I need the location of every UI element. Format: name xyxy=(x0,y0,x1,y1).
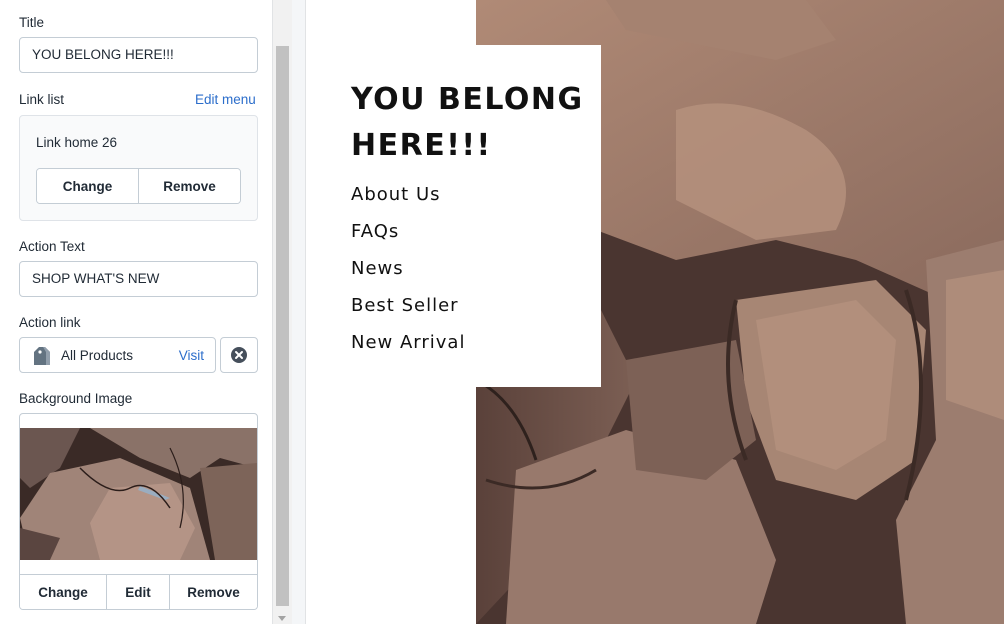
menu-item-faqs[interactable]: FAQs xyxy=(351,220,465,257)
background-image-label: Background Image xyxy=(19,391,133,406)
menu-item-best-seller[interactable]: Best Seller xyxy=(351,294,465,331)
hero-menu: About Us FAQs News Best Seller New Arriv… xyxy=(351,183,465,368)
hero-heading: YOU BELONG HERE!!! xyxy=(351,82,584,163)
tag-icon xyxy=(34,347,50,365)
menu-item-new-arrival[interactable]: New Arrival xyxy=(351,331,465,368)
background-image-card: Change Edit Remove xyxy=(19,413,258,610)
link-list-buttons: Change Remove xyxy=(36,168,241,204)
link-list-change-button[interactable]: Change xyxy=(37,169,138,203)
menu-item-about-us[interactable]: About Us xyxy=(351,183,465,220)
link-list-name: Link home 26 xyxy=(36,135,118,150)
preview-area: YOU BELONG HERE!!! About Us FAQs News Be… xyxy=(307,0,1004,624)
visit-link[interactable]: Visit xyxy=(179,348,204,363)
edit-menu-link[interactable]: Edit menu xyxy=(195,92,256,107)
link-list-label: Link list xyxy=(19,92,65,107)
close-circle-icon xyxy=(231,347,247,363)
action-link-value: All Products xyxy=(61,348,134,363)
settings-panel: Title YOU BELONG HERE!!! Link list Edit … xyxy=(0,0,273,624)
panel-divider xyxy=(292,0,306,624)
title-input[interactable]: YOU BELONG HERE!!! xyxy=(19,37,258,73)
link-list-card: Link home 26 Change Remove xyxy=(19,115,258,221)
action-link-field[interactable]: All Products Visit xyxy=(19,337,216,373)
background-image-edit-button[interactable]: Edit xyxy=(106,575,169,609)
clear-action-link-button[interactable] xyxy=(220,337,258,373)
action-link-label: Action link xyxy=(19,315,81,330)
menu-item-news[interactable]: News xyxy=(351,257,465,294)
panel-scrollbar[interactable] xyxy=(273,0,292,624)
action-text-label: Action Text xyxy=(19,239,85,254)
hero-card: YOU BELONG HERE!!! About Us FAQs News Be… xyxy=(321,45,601,387)
background-image-change-button[interactable]: Change xyxy=(20,575,106,609)
scrollbar-thumb[interactable] xyxy=(276,46,289,606)
background-image-remove-button[interactable]: Remove xyxy=(169,575,257,609)
scroll-down-arrow-icon[interactable] xyxy=(278,616,286,621)
title-label: Title xyxy=(19,15,45,30)
action-text-input[interactable]: SHOP WHAT'S NEW xyxy=(19,261,258,297)
background-image-buttons: Change Edit Remove xyxy=(20,574,257,609)
background-image-thumbnail xyxy=(20,428,257,560)
link-list-remove-button[interactable]: Remove xyxy=(138,169,240,203)
